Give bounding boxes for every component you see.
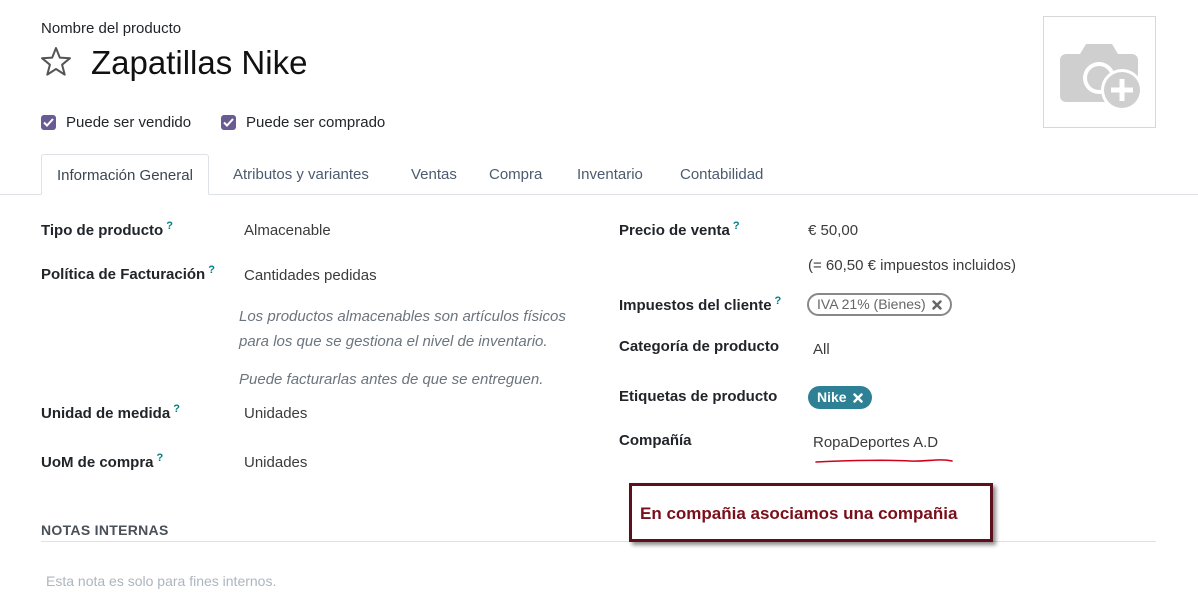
camera-plus-icon [1060, 44, 1143, 111]
can-be-sold-label: Puede ser vendido [66, 113, 192, 131]
invoicing-policy-label: Política de Facturación? [41, 264, 215, 283]
company-label: Compañía [619, 432, 692, 449]
product-type-hint: Los productos almacenables son artículos… [239, 308, 566, 350]
help-tooltip[interactable]: ? [733, 220, 740, 232]
remove-tag-icon[interactable] [852, 392, 863, 403]
can-be-purchased-label: Puede ser comprado [246, 113, 386, 131]
help-tooltip[interactable]: ? [775, 295, 782, 307]
product-category-label: Categoría de producto [619, 338, 780, 355]
uom-label: Unidad de medida? [41, 403, 180, 422]
product-name-input[interactable]: Zapatillas Nike [91, 44, 307, 82]
tab-informacion-general[interactable]: Información General [41, 154, 209, 195]
help-tooltip[interactable]: ? [173, 403, 180, 415]
internal-notes-input[interactable]: Esta nota es solo para fines internos. [46, 573, 276, 589]
product-image-upload[interactable] [1043, 16, 1156, 128]
sale-price-label: Precio de venta? [619, 220, 740, 239]
tab-compra[interactable]: Compra [474, 154, 557, 195]
tax-included-price: (= 60,50 € impuestos incluidos) [808, 257, 1017, 274]
purchase-uom-label: UoM de compra? [41, 452, 164, 471]
tab-contabilidad[interactable]: Contabilidad [665, 154, 778, 195]
internal-notes-title: NOTAS INTERNAS [41, 522, 169, 538]
tab-inventario[interactable]: Inventario [562, 154, 658, 195]
red-underline-mark [815, 459, 953, 463]
product-name-label: Nombre del producto [41, 20, 182, 37]
annotation-text: En compañia asociamos una compañia [640, 504, 958, 523]
company-select[interactable]: RopaDeportes A.D [813, 434, 938, 451]
remove-tag-icon[interactable] [931, 299, 942, 310]
tab-atributos-variantes[interactable]: Atributos y variantes [218, 154, 384, 195]
invoicing-policy-select[interactable]: Cantidades pedidas [244, 267, 377, 284]
product-category-select[interactable]: All [813, 341, 830, 358]
help-tooltip[interactable]: ? [208, 264, 215, 276]
product-tag-nike[interactable]: Nike [808, 386, 872, 409]
invoicing-hint: Puede facturarlas antes de que se entreg… [239, 371, 544, 388]
customer-taxes-label: Impuestos del cliente? [619, 295, 782, 314]
tab-ventas[interactable]: Ventas [396, 154, 472, 195]
customer-tax-tag[interactable]: IVA 21% (Bienes) [807, 293, 952, 316]
purchase-uom-select[interactable]: Unidades [244, 454, 307, 471]
can-be-sold-checkbox[interactable]: Puede ser vendido [41, 112, 191, 132]
product-type-select[interactable]: Almacenable [244, 222, 331, 239]
can-be-purchased-checkbox[interactable]: Puede ser comprado [221, 112, 385, 132]
checkbox-checked-icon [221, 114, 236, 130]
product-type-label: Tipo de producto? [41, 220, 173, 239]
help-tooltip[interactable]: ? [166, 220, 173, 232]
star-icon[interactable] [40, 46, 72, 78]
product-tags-label: Etiquetas de producto [619, 388, 778, 405]
uom-select[interactable]: Unidades [244, 405, 307, 422]
annotation-callout: En compañia asociamos una compañia [629, 483, 993, 542]
help-tooltip[interactable]: ? [157, 452, 164, 464]
checkbox-checked-icon [41, 114, 56, 130]
sale-price-input[interactable]: € 50,00 [808, 222, 858, 239]
